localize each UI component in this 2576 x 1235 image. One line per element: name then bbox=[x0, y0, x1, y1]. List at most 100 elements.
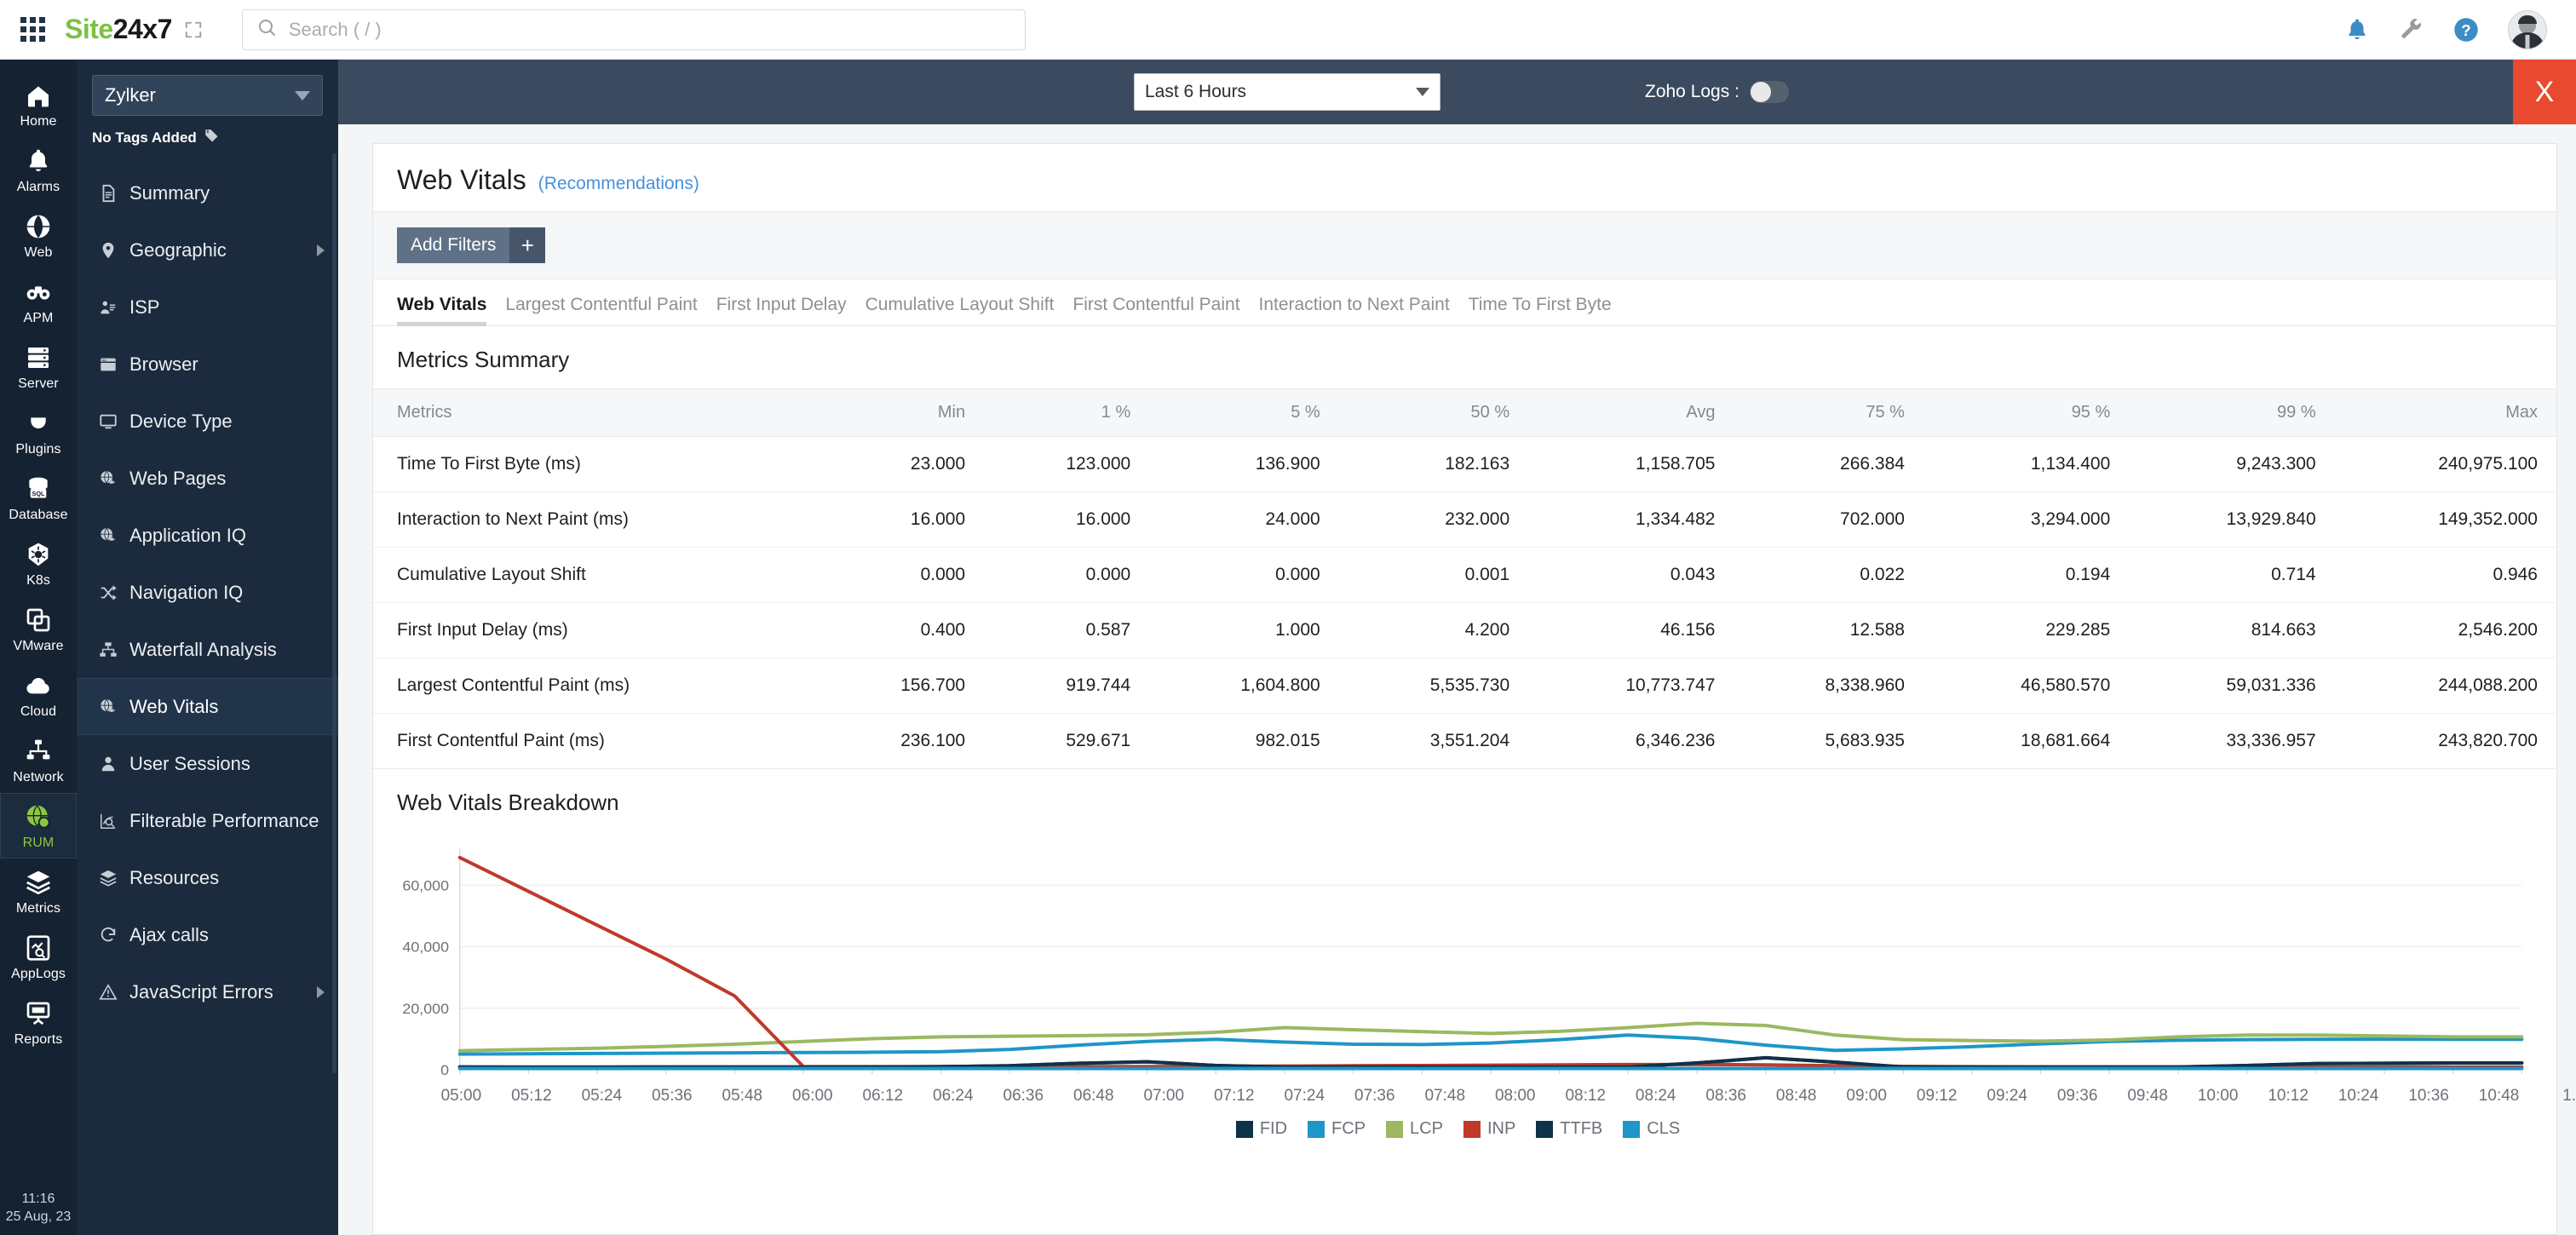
rail-item-network[interactable]: Network bbox=[0, 727, 77, 793]
x-tick-label: 09:48 bbox=[2127, 1087, 2168, 1105]
rail-item-web[interactable]: Web bbox=[0, 203, 77, 268]
subnav-item-filterable-performance[interactable]: Filterable Performance bbox=[77, 792, 338, 849]
chevron-right-icon[interactable] bbox=[317, 985, 325, 998]
subnav-item-browser[interactable]: Browser bbox=[77, 336, 338, 393]
rail-item-applogs[interactable]: AppLogs bbox=[0, 924, 77, 990]
legend-item-ttfb[interactable]: TTFB bbox=[1536, 1119, 1602, 1139]
tab-interaction-to-next-paint[interactable]: Interaction to Next Paint bbox=[1259, 295, 1450, 325]
rail-item-home[interactable]: Home bbox=[0, 72, 77, 137]
col-header-95[interactable]: 95 % bbox=[1923, 388, 2130, 437]
subnav-item-ajax-calls[interactable]: Ajax calls bbox=[77, 906, 338, 963]
subnav-item-web-vitals[interactable]: Web Vitals bbox=[77, 678, 338, 735]
tab-time-to-first-byte[interactable]: Time To First Byte bbox=[1469, 295, 1612, 325]
metrics-summary-title: Metrics Summary bbox=[397, 347, 570, 372]
metric-value-cell: 4.200 bbox=[1338, 602, 1529, 658]
search-input[interactable] bbox=[288, 18, 1011, 41]
rail-item-plugins[interactable]: Plugins bbox=[0, 399, 77, 465]
zoho-logs-toggle[interactable] bbox=[1749, 81, 1789, 103]
plus-icon[interactable]: + bbox=[509, 227, 546, 263]
subnav-item-label: Geographic bbox=[129, 238, 227, 261]
col-header-5[interactable]: 5 % bbox=[1149, 388, 1339, 437]
col-header-min[interactable]: Min bbox=[819, 388, 985, 437]
metric-value-cell: 0.400 bbox=[819, 602, 985, 658]
monitor-name: Zylker bbox=[105, 84, 156, 106]
subnav-scrollbar[interactable] bbox=[332, 153, 336, 1073]
time-range-select[interactable]: Last 6 Hours bbox=[1134, 73, 1440, 111]
rail-item-apm[interactable]: APM bbox=[0, 268, 77, 334]
wrench-icon[interactable] bbox=[2399, 17, 2424, 43]
bell-icon[interactable] bbox=[2344, 17, 2370, 43]
col-header-max[interactable]: Max bbox=[2334, 388, 2556, 437]
legend-item-fcp[interactable]: FCP bbox=[1308, 1119, 1366, 1139]
metric-value-cell: 18,681.664 bbox=[1923, 713, 2130, 769]
recommendations-link[interactable]: (Recommendations) bbox=[538, 174, 699, 194]
svg-text:20,000: 20,000 bbox=[402, 1000, 449, 1016]
x-tick-label: 06:24 bbox=[933, 1087, 974, 1105]
rail-item-vmware[interactable]: VMware bbox=[0, 596, 77, 662]
help-icon[interactable]: ? bbox=[2453, 17, 2479, 43]
table-row: First Input Delay (ms) 0.400 0.587 1.000 4.2… bbox=[373, 602, 2556, 658]
tab-web-vitals[interactable]: Web Vitals bbox=[397, 295, 487, 326]
map-pin-icon bbox=[99, 241, 118, 260]
expand-icon[interactable] bbox=[184, 20, 203, 39]
legend-item-fid[interactable]: FID bbox=[1235, 1119, 1287, 1139]
rail-item-k8s[interactable]: K8s bbox=[0, 531, 77, 596]
col-header-avg[interactable]: Avg bbox=[1528, 388, 1734, 437]
subnav-item-summary[interactable]: Summary bbox=[77, 164, 338, 221]
metric-value-cell: 16.000 bbox=[819, 491, 985, 548]
x-tick-label: 09:36 bbox=[2056, 1087, 2098, 1105]
monitor-select[interactable]: Zylker bbox=[92, 75, 323, 116]
subnav-item-geographic[interactable]: Geographic bbox=[77, 221, 338, 279]
subnav-item-application-iq[interactable]: Application IQ bbox=[77, 507, 338, 564]
legend-item-cls[interactable]: CLS bbox=[1623, 1119, 1680, 1139]
subnav-item-user-sessions[interactable]: User Sessions bbox=[77, 735, 338, 792]
subnav-item-navigation-iq[interactable]: Navigation IQ bbox=[77, 564, 338, 621]
metric-value-cell: 240,975.100 bbox=[2334, 436, 2556, 492]
subnav-item-label: ISP bbox=[129, 296, 160, 318]
page-title: Web Vitals bbox=[397, 164, 526, 195]
rail-item-metrics[interactable]: Metrics bbox=[0, 859, 77, 924]
col-header-metrics[interactable]: Metrics bbox=[373, 388, 819, 437]
rail-item-label: Cloud bbox=[20, 704, 57, 719]
x-tick-label: 06:48 bbox=[1073, 1087, 1114, 1105]
rail-item-server[interactable]: Server bbox=[0, 334, 77, 399]
col-header-99[interactable]: 99 % bbox=[2129, 388, 2335, 437]
network-icon bbox=[24, 737, 53, 766]
x-tick-label: 05:00 bbox=[440, 1087, 482, 1105]
avatar[interactable] bbox=[2508, 9, 2547, 49]
search-bar[interactable] bbox=[241, 9, 1026, 50]
clock-time: 11:16 bbox=[21, 1191, 55, 1206]
tab-first-input-delay[interactable]: First Input Delay bbox=[716, 295, 847, 325]
bell-icon bbox=[24, 146, 53, 175]
tab-first-contentful-paint[interactable]: First Contentful Paint bbox=[1072, 295, 1239, 325]
subnav-item-javascript-errors[interactable]: JavaScript Errors bbox=[77, 963, 338, 1020]
rail-item-label: Web bbox=[24, 245, 53, 260]
rail-item-database[interactable]: SQL Database bbox=[0, 465, 77, 531]
tab-cumulative-layout-shift[interactable]: Cumulative Layout Shift bbox=[865, 295, 1055, 325]
rail-item-cloud[interactable]: Cloud bbox=[0, 662, 77, 727]
subnav-item-resources[interactable]: Resources bbox=[77, 849, 338, 906]
col-header-1[interactable]: 1 % bbox=[984, 388, 1150, 437]
subnav-item-waterfall-analysis[interactable]: Waterfall Analysis bbox=[77, 621, 338, 678]
rail-item-alarms[interactable]: Alarms bbox=[0, 137, 77, 203]
apps-grid-icon[interactable] bbox=[0, 17, 65, 42]
tab-largest-contentful-paint[interactable]: Largest Contentful Paint bbox=[505, 295, 697, 325]
close-button[interactable]: X bbox=[2513, 60, 2576, 124]
x-tick-label: 05:12 bbox=[511, 1087, 552, 1105]
product-rail: Home Alarms Web APM Server Plugins SQL Database… bbox=[0, 60, 77, 1235]
brand-logo[interactable]: Site24x7 bbox=[65, 14, 203, 45]
chevron-right-icon[interactable] bbox=[317, 244, 325, 256]
col-header-50[interactable]: 50 % bbox=[1338, 388, 1529, 437]
subnav-item-device-type[interactable]: Device Type bbox=[77, 393, 338, 450]
col-header-75[interactable]: 75 % bbox=[1734, 388, 1923, 437]
add-filters-button[interactable]: Add Filters + bbox=[397, 227, 546, 263]
rail-item-rum[interactable]: RUM bbox=[0, 793, 77, 859]
tags-row[interactable]: No Tags Added bbox=[77, 116, 338, 156]
rail-item-reports[interactable]: Reports bbox=[0, 990, 77, 1055]
rail-item-label: Database bbox=[9, 508, 68, 522]
legend-item-lcp[interactable]: LCP bbox=[1386, 1119, 1443, 1139]
subnav-item-web-pages[interactable]: Web Pages bbox=[77, 450, 338, 507]
legend-swatch bbox=[1386, 1120, 1404, 1138]
subnav-item-isp[interactable]: ISP bbox=[77, 279, 338, 336]
legend-item-inp[interactable]: INP bbox=[1463, 1119, 1515, 1139]
